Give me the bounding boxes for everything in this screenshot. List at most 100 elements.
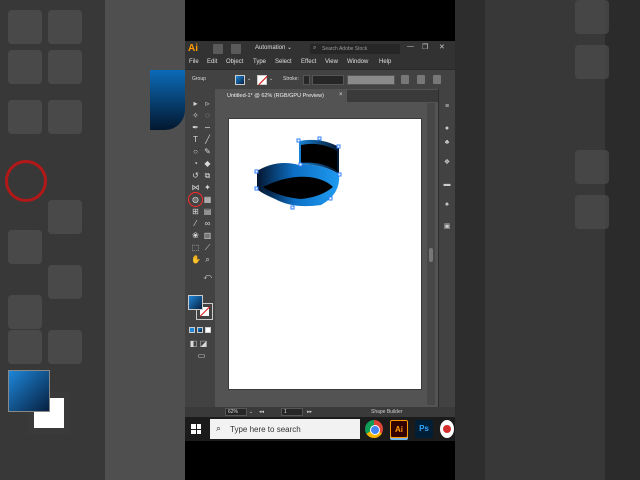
- ellipse-tool-icon[interactable]: ○: [191, 147, 200, 156]
- perspective-grid-icon[interactable]: ▦: [203, 195, 212, 204]
- slice-tool-icon[interactable]: ⟋: [203, 243, 212, 252]
- anchor-point[interactable]: [298, 162, 303, 167]
- artboard-tool-icon[interactable]: ⬚: [191, 243, 200, 252]
- windows-start-icon[interactable]: [191, 424, 201, 434]
- menu-view[interactable]: View: [325, 59, 338, 65]
- shape-builder-tool-icon[interactable]: ◍: [188, 192, 203, 207]
- symbols-panel-icon[interactable]: ♠: [443, 201, 451, 209]
- photoshop-icon[interactable]: Ps: [415, 420, 433, 438]
- variable-width-profile[interactable]: [347, 75, 395, 85]
- screen-recorder-icon[interactable]: [440, 420, 454, 438]
- blend-tool-icon[interactable]: ∞: [203, 219, 212, 228]
- anchor-point[interactable]: [254, 186, 259, 191]
- minimize-button[interactable]: —: [407, 43, 414, 50]
- color-panel-icon[interactable]: ●: [443, 125, 451, 133]
- menu-select[interactable]: Select: [275, 59, 292, 65]
- magic-wand-icon[interactable]: ✧: [191, 111, 200, 120]
- artboard-number-field[interactable]: 1: [281, 408, 303, 416]
- symbol-sprayer-icon[interactable]: ❀: [191, 231, 200, 240]
- scale-tool-icon[interactable]: ⧉: [203, 171, 212, 180]
- swap-colors-icon[interactable]: ⤺: [203, 272, 212, 281]
- stroke-panel-icon[interactable]: ▬: [443, 181, 451, 189]
- screen-mode-icon[interactable]: ▭: [197, 351, 206, 360]
- chrome-icon[interactable]: [365, 420, 383, 438]
- bridge-icon[interactable]: [231, 44, 241, 54]
- vertical-scrollbar[interactable]: [427, 103, 435, 405]
- anchor-point[interactable]: [336, 144, 341, 149]
- zoom-tool-icon[interactable]: ⌕: [203, 255, 212, 264]
- menu-effect[interactable]: Effect: [301, 59, 316, 65]
- menu-help[interactable]: Help: [379, 59, 391, 65]
- none-mode-icon[interactable]: [205, 327, 211, 333]
- shaper-tool-icon[interactable]: ◔: [191, 159, 200, 168]
- document-tab[interactable]: Untitled-1* @ 62% (RGB/GPU Preview) ×: [223, 90, 347, 102]
- anchor-point[interactable]: [337, 172, 342, 177]
- line-tool-icon[interactable]: ╱: [203, 135, 212, 144]
- stroke-dropdown-icon[interactable]: ⌄: [269, 76, 273, 82]
- blurred-panel-icon: [575, 195, 609, 229]
- menu-window[interactable]: Window: [347, 59, 368, 65]
- direct-selection-tool-icon[interactable]: ▹: [203, 99, 212, 108]
- scrollbar-thumb[interactable]: [429, 248, 433, 262]
- stroke-swatch[interactable]: [257, 75, 267, 85]
- transform-icon[interactable]: [417, 75, 425, 84]
- isolate-icon[interactable]: [433, 75, 441, 84]
- close-button[interactable]: ✕: [439, 43, 445, 51]
- menu-type[interactable]: Type: [253, 59, 266, 65]
- layers-panel-icon[interactable]: ▣: [443, 223, 451, 231]
- selection-tool-icon[interactable]: ▸: [191, 99, 200, 108]
- graph-tool-icon[interactable]: ▥: [203, 231, 212, 240]
- taskbar-search-input[interactable]: ⌕ Type here to search: [210, 419, 360, 439]
- draw-normal-icon[interactable]: ◧: [189, 339, 198, 348]
- gradient-tool-icon[interactable]: ▤: [203, 207, 212, 216]
- stroke-stepper[interactable]: [303, 75, 310, 85]
- anchor-point[interactable]: [328, 196, 333, 201]
- stock-search-input[interactable]: ⌕ Search Adobe Stock: [310, 44, 400, 54]
- align-icon[interactable]: [401, 75, 409, 84]
- menu-file[interactable]: File: [189, 59, 199, 65]
- menu-object[interactable]: Object: [226, 59, 243, 65]
- tab-close-icon[interactable]: ×: [339, 92, 343, 98]
- eyedropper-tool-icon[interactable]: ⁄: [191, 219, 200, 228]
- workspace-switcher[interactable]: Automation ⌄: [255, 44, 292, 51]
- color-mode-icon[interactable]: [189, 327, 195, 333]
- fill-dropdown-icon[interactable]: ⌄: [247, 76, 251, 82]
- menu-edit[interactable]: Edit: [207, 59, 217, 65]
- paintbrush-tool-icon[interactable]: ✎: [203, 147, 212, 156]
- lasso-icon[interactable]: ◌: [203, 111, 212, 120]
- tools-panel: ▸ ▹ ✧ ◌ ✒ ∽ T ╱ ○ ✎ ◔ ◆ ↺ ⧉ ⋈ ✦ ◍ ▦ ⊞ ▤ …: [185, 89, 215, 409]
- width-tool-icon[interactable]: ⋈: [191, 183, 200, 192]
- fill-swatch[interactable]: [235, 75, 245, 85]
- letterbox-bottom: [185, 441, 455, 480]
- home-icon[interactable]: [213, 44, 223, 54]
- anchor-point[interactable]: [317, 136, 322, 141]
- stroke-weight-input[interactable]: [312, 75, 344, 85]
- ribbon-artwork[interactable]: [229, 119, 421, 389]
- brushes-panel-icon[interactable]: ❖: [443, 159, 451, 167]
- blurred-line-tool: [48, 10, 82, 44]
- illustrator-icon[interactable]: Ai: [390, 420, 408, 438]
- anchor-point[interactable]: [290, 205, 295, 210]
- puppet-warp-icon[interactable]: ✦: [203, 183, 212, 192]
- zoom-level-field[interactable]: 62%: [225, 408, 247, 416]
- swatches-panel-icon[interactable]: ♣: [443, 139, 451, 147]
- mesh-tool-icon[interactable]: ⊞: [191, 207, 200, 216]
- panel-menu-icon[interactable]: ≡: [443, 103, 451, 111]
- anchor-point[interactable]: [254, 169, 259, 174]
- draw-behind-icon[interactable]: ◪: [199, 339, 208, 348]
- artboard-prev-icon[interactable]: ◂◂: [259, 409, 264, 415]
- hand-tool-icon[interactable]: ✋: [191, 255, 201, 264]
- artboard[interactable]: [229, 119, 421, 389]
- blurred-panel-icon: [575, 0, 609, 34]
- artboard-next-icon[interactable]: ▸▸: [307, 409, 312, 415]
- type-tool-icon[interactable]: T: [191, 135, 200, 144]
- eraser-tool-icon[interactable]: ◆: [203, 159, 212, 168]
- curvature-tool-icon[interactable]: ∽: [203, 123, 212, 132]
- zoom-dropdown-icon[interactable]: ⌄: [249, 409, 253, 415]
- gradient-mode-icon[interactable]: [197, 327, 203, 333]
- pen-tool-icon[interactable]: ✒: [191, 123, 200, 132]
- maximize-button[interactable]: ❐: [422, 43, 428, 51]
- anchor-point[interactable]: [296, 138, 301, 143]
- fill-color-box[interactable]: [188, 295, 203, 310]
- rotate-tool-icon[interactable]: ↺: [191, 171, 200, 180]
